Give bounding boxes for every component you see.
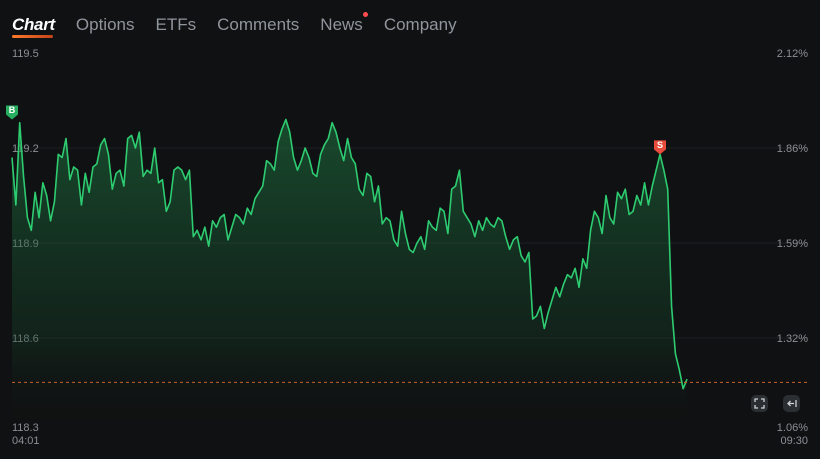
- collapse-left-icon: [787, 400, 797, 407]
- buy-marker[interactable]: B: [6, 105, 18, 120]
- fullscreen-icon: [754, 398, 765, 409]
- price-chart[interactable]: 119.5119.2118.9118.6118.3 2.12%1.86%1.59…: [0, 0, 820, 459]
- right-tick-label: 2.12%: [777, 48, 808, 60]
- left-tick-label: 119.2: [12, 143, 39, 155]
- right-tick-label: 1.06%: [777, 422, 808, 434]
- collapse-left-button[interactable]: [783, 395, 800, 412]
- price-series: [11, 118, 688, 433]
- x-end-label: 09:30: [780, 435, 808, 447]
- sell-marker[interactable]: S: [654, 140, 666, 155]
- right-tick-label: 1.32%: [777, 333, 808, 345]
- x-start-label: 04:01: [12, 435, 40, 447]
- right-tick-label: 1.86%: [777, 143, 808, 155]
- right-axis: 2.12% 1.86% 1.59% 1.32% 1.06%: [777, 48, 808, 434]
- buy-marker-label: B: [9, 105, 16, 115]
- sell-marker-label: S: [657, 140, 663, 150]
- fullscreen-button[interactable]: [751, 395, 768, 412]
- left-tick-label: 119.5: [12, 48, 39, 60]
- x-axis: 04:01 09:30: [12, 435, 808, 447]
- right-tick-label: 1.59%: [777, 238, 808, 250]
- price-area: [12, 119, 687, 433]
